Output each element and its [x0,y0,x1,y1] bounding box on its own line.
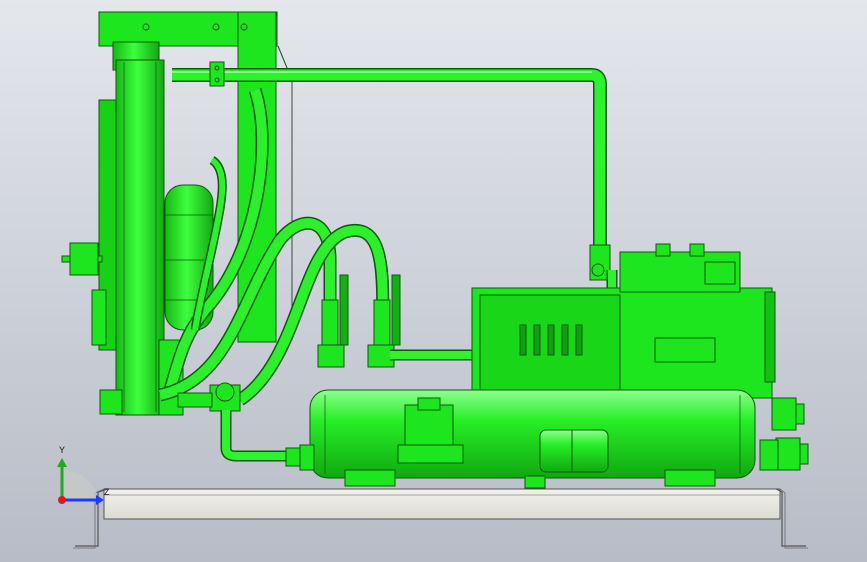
y-axis-label: Y [59,445,65,455]
compressor [471,243,776,399]
side-shaft [61,242,103,276]
liquid-receiver [285,389,756,489]
z-axis-label: Z [104,487,110,497]
outlet-fittings [759,397,809,471]
axis-triad: Y Z [57,445,110,505]
z-axis-dot [58,496,66,504]
y-axis-arrowhead [57,458,67,467]
base-frame [73,488,808,549]
assembly-view: Y Z [57,11,809,549]
cad-viewport[interactable]: Y Z [0,0,867,562]
x-axis-arrowhead [96,495,104,505]
